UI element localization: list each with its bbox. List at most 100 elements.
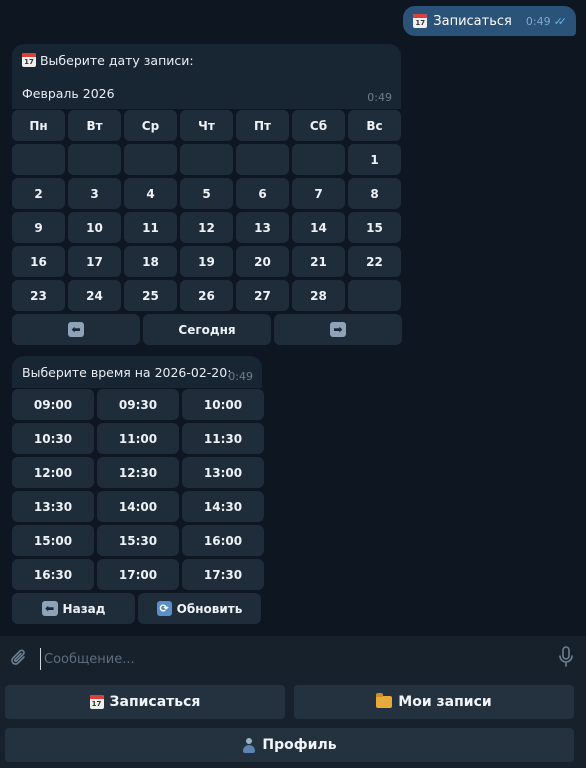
back-button[interactable]: ⬅ Назад	[12, 593, 135, 624]
next-month-button[interactable]: ➡	[274, 314, 402, 345]
calendar-day-button[interactable]: 28	[292, 280, 345, 311]
weekday-row: Пн Вт Ср Чт Пт Сб Вс	[12, 110, 402, 141]
calendar-day-button[interactable]: 15	[348, 212, 401, 243]
time-prompt: Выберите время на 2026-02-20:	[22, 365, 232, 380]
weekday-header: Сб	[292, 110, 345, 141]
refresh-button[interactable]: ⟳ Обновить	[138, 593, 261, 624]
weekday-header: Пн	[12, 110, 65, 141]
calendar-day-button[interactable]: 24	[68, 280, 121, 311]
calendar-week-row: 23 24 25 26 27 28	[12, 280, 402, 311]
time-slot-button[interactable]: 15:30	[97, 525, 179, 556]
time-message-time: 0:49	[228, 370, 253, 383]
calendar-icon: 17	[89, 695, 104, 709]
weekday-header: Чт	[180, 110, 233, 141]
calendar-icon: 17	[22, 53, 36, 67]
weekday-header: Ср	[124, 110, 177, 141]
time-slot-button[interactable]: 09:30	[97, 389, 179, 420]
calendar-week-row: 2345678	[12, 178, 402, 209]
time-slot-button[interactable]: 13:30	[12, 491, 94, 522]
calendar-day-button[interactable]: 22	[348, 246, 401, 277]
calendar-day-button[interactable]: 26	[180, 280, 233, 311]
calendar-day-button[interactable]: 18	[124, 246, 177, 277]
calendar-day-button[interactable]: 6	[236, 178, 289, 209]
double-check-icon: ✓✓	[553, 14, 568, 28]
calendar-keyboard: Пн Вт Ср Чт Пт Сб Вс 1 2 3 4 5 6 7 8 9 10 11 12 13 14 15 16 17…	[12, 110, 402, 348]
reply-keyboard: 17 Записаться Мои записи Профиль	[0, 680, 586, 768]
outgoing-message-time: 0:49	[525, 14, 551, 28]
calendar-day-button[interactable]: 25	[124, 280, 177, 311]
time-slot-button[interactable]: 11:00	[97, 423, 179, 454]
arrow-right-icon: ➡	[330, 322, 346, 337]
calendar-day-button[interactable]: 20	[236, 246, 289, 277]
calendar-empty-cell	[236, 144, 289, 175]
date-message-time: 0:49	[367, 91, 392, 104]
calendar-day-button[interactable]: 10	[68, 212, 121, 243]
calendar-empty-cell	[68, 144, 121, 175]
calendar-week-row: 1	[12, 144, 402, 175]
calendar-empty-cell	[180, 144, 233, 175]
time-slot-row: 13:30 14:00 14:30	[12, 491, 264, 522]
time-slot-row: 10:30 11:00 11:30	[12, 423, 264, 454]
weekday-header: Вс	[348, 110, 401, 141]
date-prompt: 17 Выберите дату записи:	[22, 53, 194, 68]
calendar-day-button[interactable]: 17	[68, 246, 121, 277]
calendar-day-button[interactable]: 5	[180, 178, 233, 209]
time-slot-button[interactable]: 16:30	[12, 559, 94, 590]
time-keyboard: 09:00 09:30 10:00 10:30 11:00 11:30 12:00 12:30…	[12, 389, 264, 627]
time-slot-button[interactable]: 10:30	[12, 423, 94, 454]
my-bookings-button[interactable]: Мои записи	[294, 685, 574, 719]
time-slot-button[interactable]: 15:00	[12, 525, 94, 556]
weekday-header: Пт	[236, 110, 289, 141]
time-slot-row: 16:30 17:00 17:30	[12, 559, 264, 590]
calendar-day-button[interactable]: 16	[12, 246, 65, 277]
person-icon	[242, 737, 256, 753]
calendar-day-button[interactable]: 3	[68, 178, 121, 209]
calendar-day-button[interactable]: 7	[292, 178, 345, 209]
time-slot-button[interactable]: 11:30	[182, 423, 264, 454]
time-slot-button[interactable]: 14:30	[182, 491, 264, 522]
time-message-bubble: Выберите время на 2026-02-20: 0:49	[12, 356, 262, 388]
time-slot-button[interactable]: 13:00	[182, 457, 264, 488]
weekday-header: Вт	[68, 110, 121, 141]
composer	[0, 636, 586, 680]
calendar-day-button[interactable]: 27	[236, 280, 289, 311]
calendar-day-button[interactable]: 4	[124, 178, 177, 209]
calendar-empty-cell	[292, 144, 345, 175]
calendar-day-button[interactable]: 12	[180, 212, 233, 243]
outgoing-message-text: Записаться	[433, 13, 512, 29]
calendar-day-button[interactable]: 14	[292, 212, 345, 243]
calendar-day-button[interactable]: 19	[180, 246, 233, 277]
time-slot-row: 12:00 12:30 13:00	[12, 457, 264, 488]
time-slot-button[interactable]: 10:00	[182, 389, 264, 420]
calendar-empty-cell	[12, 144, 65, 175]
time-slot-button[interactable]: 14:00	[97, 491, 179, 522]
time-slot-button[interactable]: 09:00	[12, 389, 94, 420]
profile-button[interactable]: Профиль	[5, 728, 574, 762]
calendar-day-button[interactable]: 9	[12, 212, 65, 243]
message-input[interactable]	[40, 648, 546, 670]
calendar-day-button[interactable]: 8	[348, 178, 401, 209]
date-message-bubble: 17 Выберите дату записи: Февраль 2026 0:…	[12, 44, 401, 109]
time-slot-button[interactable]: 16:00	[182, 525, 264, 556]
time-slot-button[interactable]: 12:00	[12, 457, 94, 488]
microphone-icon[interactable]	[558, 646, 574, 668]
folder-icon	[376, 693, 393, 708]
time-slot-button[interactable]: 17:30	[182, 559, 264, 590]
prev-month-button[interactable]: ⬅	[12, 314, 140, 345]
arrow-left-icon: ⬅	[41, 601, 58, 616]
calendar-day-button[interactable]: 21	[292, 246, 345, 277]
calendar-empty-cell	[348, 280, 401, 311]
calendar-day-button[interactable]: 23	[12, 280, 65, 311]
calendar-day-button[interactable]: 2	[12, 178, 65, 209]
calendar-day-button[interactable]: 1	[348, 144, 401, 175]
calendar-week-row: 16 17 18 19 20 21 22	[12, 246, 402, 277]
time-slot-button[interactable]: 12:30	[97, 457, 179, 488]
attach-icon[interactable]	[10, 648, 28, 668]
refresh-icon: ⟳	[156, 601, 172, 616]
arrow-left-icon: ⬅	[68, 322, 84, 337]
time-slot-button[interactable]: 17:00	[97, 559, 179, 590]
today-button[interactable]: Сегодня	[143, 314, 271, 345]
calendar-day-button[interactable]: 13	[236, 212, 289, 243]
calendar-day-button[interactable]: 11	[124, 212, 177, 243]
book-button[interactable]: 17 Записаться	[5, 685, 285, 719]
